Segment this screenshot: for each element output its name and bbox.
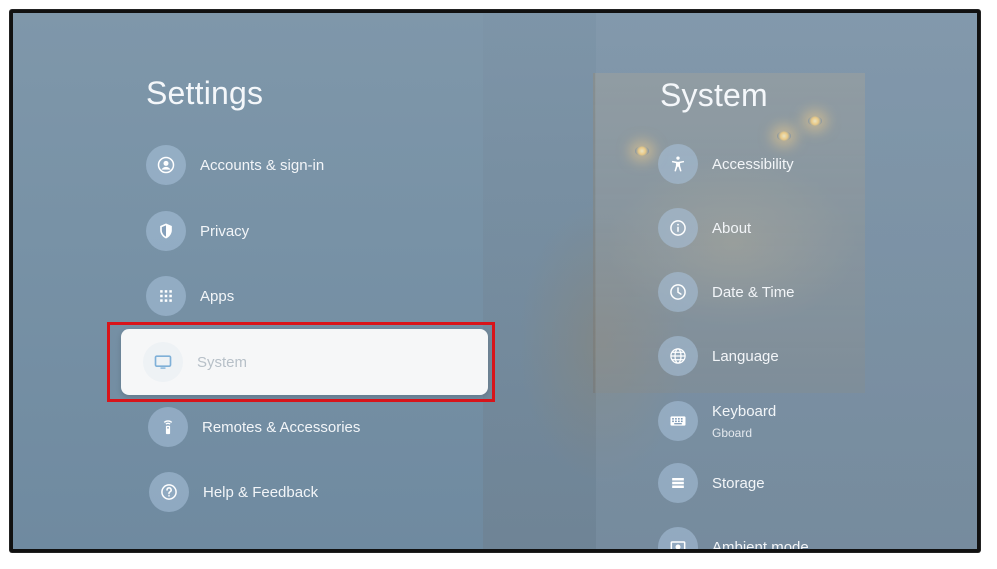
help-icon xyxy=(149,472,189,512)
settings-title: Settings xyxy=(146,75,264,111)
system-item-date-time[interactable]: Date & Time xyxy=(658,270,795,314)
clock-icon xyxy=(658,272,698,312)
system-item-keyboard[interactable]: Keyboard Gboard xyxy=(658,399,776,443)
system-title: System xyxy=(660,77,768,113)
settings-item-apps[interactable]: Apps xyxy=(146,274,234,318)
system-item-label: Language xyxy=(712,347,779,365)
settings-item-label: Apps xyxy=(200,287,235,305)
shield-icon xyxy=(146,211,186,251)
system-item-storage[interactable]: Storage xyxy=(658,461,765,505)
settings-item-label: Remotes & Accessories xyxy=(202,418,361,436)
ambient-mode-icon xyxy=(658,527,698,549)
tv-frame: Settings Accounts & sign-in Privacy Apps xyxy=(10,10,980,552)
accessibility-icon xyxy=(658,144,698,184)
system-item-label: About xyxy=(712,219,752,237)
account-icon xyxy=(146,145,186,185)
system-item-label: Accessibility xyxy=(712,155,794,173)
settings-item-label: Privacy xyxy=(200,222,250,240)
apps-grid-icon xyxy=(146,276,186,316)
settings-item-privacy[interactable]: Privacy xyxy=(146,209,249,253)
settings-item-accounts[interactable]: Accounts & sign-in xyxy=(146,143,324,187)
tv-screen: Settings Accounts & sign-in Privacy Apps xyxy=(13,13,977,549)
globe-icon xyxy=(658,336,698,376)
keyboard-text: Keyboard Gboard xyxy=(712,403,776,440)
system-item-label: Storage xyxy=(712,474,765,492)
system-item-about[interactable]: About xyxy=(658,206,751,250)
system-item-label: Date & Time xyxy=(712,283,795,301)
keyboard-icon xyxy=(658,401,698,441)
system-item-accessibility[interactable]: Accessibility xyxy=(658,142,794,186)
system-item-language[interactable]: Language xyxy=(658,334,779,378)
settings-item-label: Accounts & sign-in xyxy=(200,156,325,174)
storage-icon xyxy=(658,463,698,503)
system-item-sublabel: Gboard xyxy=(712,425,753,440)
settings-item-help[interactable]: Help & Feedback xyxy=(149,470,318,514)
settings-item-label: System xyxy=(197,353,248,371)
system-item-ambient-mode[interactable]: Ambient mode xyxy=(658,525,809,549)
system-item-label: Ambient mode xyxy=(712,538,809,550)
settings-item-remotes[interactable]: Remotes & Accessories xyxy=(148,405,360,449)
system-item-label: Keyboard xyxy=(712,402,777,420)
info-icon xyxy=(658,208,698,248)
settings-item-system[interactable]: System xyxy=(121,329,488,395)
remote-icon xyxy=(148,407,188,447)
settings-item-label: Help & Feedback xyxy=(203,483,319,501)
tv-icon xyxy=(143,342,183,382)
